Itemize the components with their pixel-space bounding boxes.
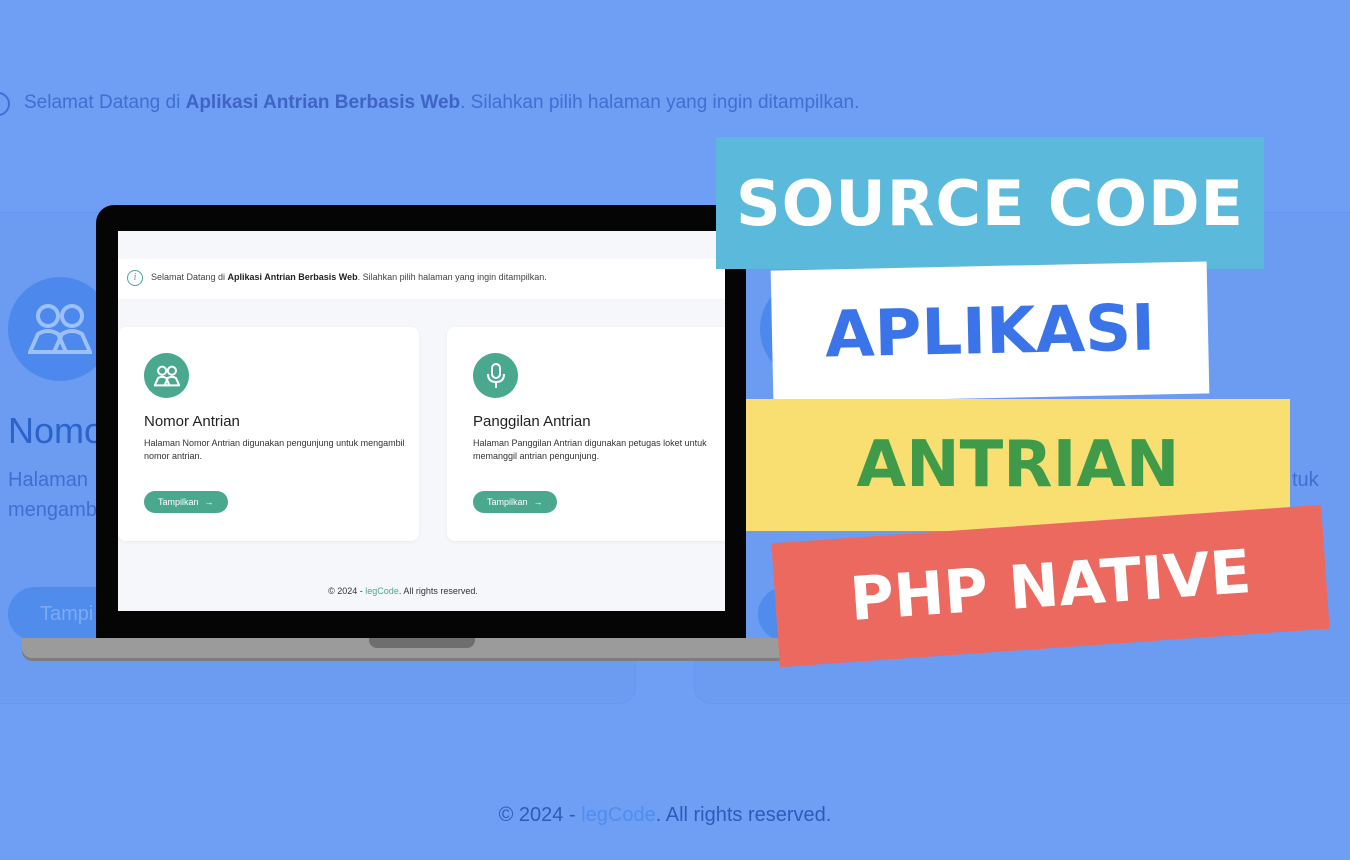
info-icon — [0, 92, 10, 116]
background-card-title: Nomo — [8, 410, 105, 451]
footer-brand-link[interactable]: legCode — [365, 586, 399, 596]
show-panggilan-antrian-button[interactable]: Tampilkan → — [473, 491, 557, 513]
welcome-alert-text: Selamat Datang di Aplikasi Antrian Berba… — [151, 272, 547, 282]
footer: © 2024 - legCode. All rights reserved. — [328, 586, 478, 596]
arrow-right-icon: → — [204, 497, 214, 507]
card-description: Halaman Nomor Antrian digunakan pengunju… — [144, 438, 405, 461]
card-nomor-antrian: Nomor Antrian Halaman Nomor Antrian digu… — [118, 327, 419, 541]
card-title: Nomor Antrian — [144, 413, 240, 430]
arrow-right-icon: → — [533, 497, 543, 507]
card-panggilan-antrian: Panggilan Antrian Halaman Panggilan Antr… — [447, 327, 725, 541]
background-footer: © 2024 - legCode. All rights reserved. — [498, 804, 832, 826]
background-alert-text: Selamat Datang di Aplikasi Antrian Berba… — [24, 92, 860, 113]
microphone-icon — [473, 353, 518, 398]
info-icon: i — [127, 270, 143, 286]
card-title: Panggilan Antrian — [473, 413, 591, 430]
show-nomor-antrian-button[interactable]: Tampilkan → — [144, 491, 228, 513]
card-description: Halaman Panggilan Antrian digunakan petu… — [473, 438, 707, 461]
button-label: Tampilkan — [487, 497, 528, 507]
laptop-screen: i Selamat Datang di Aplikasi Antrian Ber… — [118, 231, 725, 611]
button-label: Tampilkan — [158, 497, 199, 507]
footer-brand-link[interactable]: legCode — [581, 804, 656, 826]
banner-aplikasi: APLIKASI — [770, 261, 1210, 403]
banner-antrian: ANTRIAN — [746, 399, 1290, 531]
welcome-alert: i Selamat Datang di Aplikasi Antrian Ber… — [118, 259, 725, 299]
background-alert: Selamat Datang di Aplikasi Antrian Berba… — [0, 78, 1350, 130]
banner-source-code: SOURCE CODE — [716, 137, 1264, 269]
users-icon — [144, 353, 189, 398]
background-card-desc-right: tuk — [1292, 469, 1319, 491]
laptop-notch — [369, 638, 475, 648]
